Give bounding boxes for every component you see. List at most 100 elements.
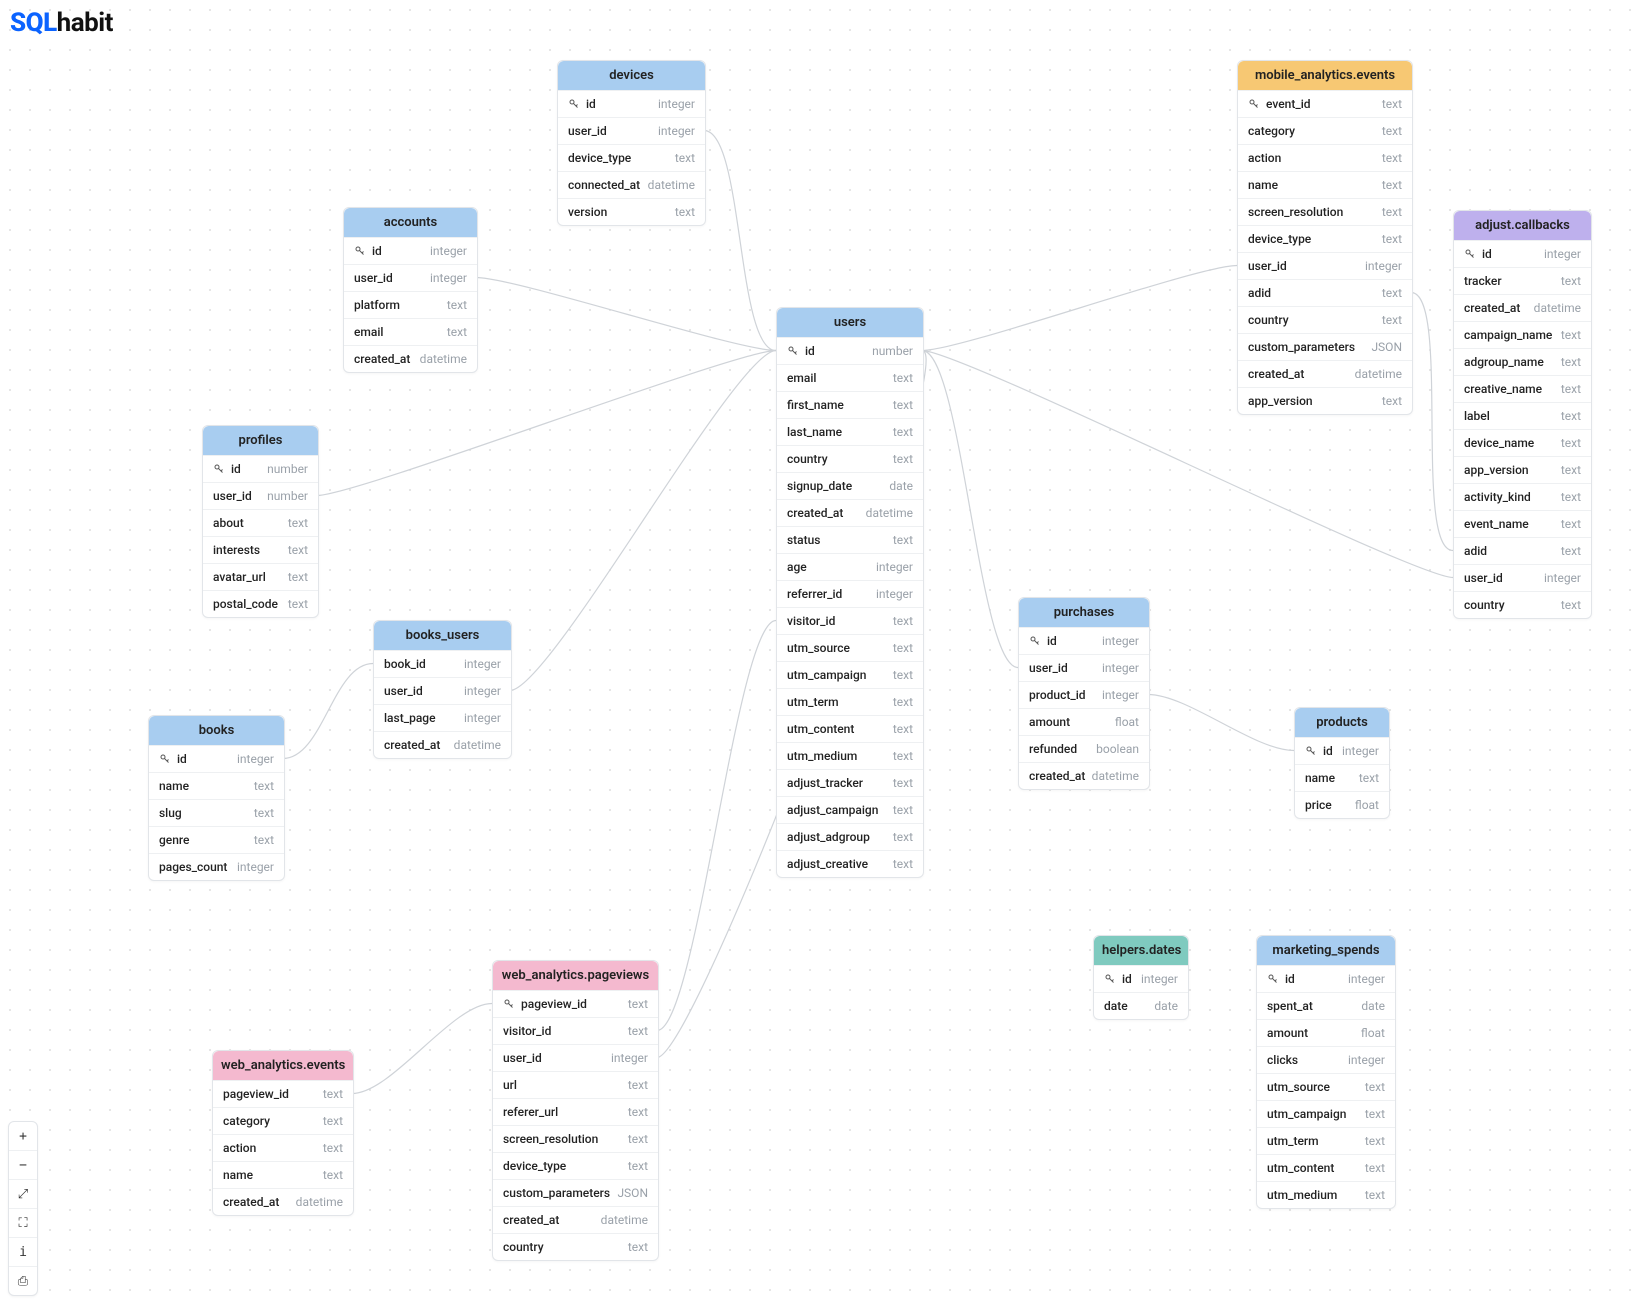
column-row[interactable]: adgroup_nametext [1454,348,1591,375]
column-row[interactable]: user_idinteger [1019,654,1149,681]
zoom-in-button[interactable]: + [9,1122,37,1150]
column-row[interactable]: idinteger [149,745,284,772]
column-row[interactable]: countrytext [777,445,923,472]
column-row[interactable]: idinteger [1454,240,1591,267]
table-header[interactable]: accounts [344,208,477,237]
column-row[interactable]: visitor_idtext [493,1017,658,1044]
table-header[interactable]: books [149,716,284,745]
column-row[interactable]: first_nametext [777,391,923,418]
column-row[interactable]: amountfloat [1019,708,1149,735]
column-row[interactable]: nametext [149,772,284,799]
table-accounts[interactable]: accountsidintegeruser_idintegerplatformt… [343,207,478,373]
column-row[interactable]: adjust_creativetext [777,850,923,877]
table-devices[interactable]: devicesidintegeruser_idintegerdevice_typ… [557,60,706,226]
column-row[interactable]: genretext [149,826,284,853]
column-row[interactable]: idinteger [558,90,705,117]
column-row[interactable]: adjust_campaigntext [777,796,923,823]
column-row[interactable]: utm_campaigntext [1257,1100,1395,1127]
column-row[interactable]: adjust_adgrouptext [777,823,923,850]
column-row[interactable]: utm_contenttext [777,715,923,742]
column-row[interactable]: visitor_idtext [777,607,923,634]
column-row[interactable]: idnumber [203,455,318,482]
column-row[interactable]: postal_codetext [203,590,318,617]
column-row[interactable]: custom_parametersJSON [1238,333,1412,360]
column-row[interactable]: refundedboolean [1019,735,1149,762]
table-profiles[interactable]: profilesidnumberuser_idnumberabouttextin… [202,425,319,618]
column-row[interactable]: categorytext [1238,117,1412,144]
column-row[interactable]: custom_parametersJSON [493,1179,658,1206]
info-button[interactable]: i [9,1237,37,1266]
table-header[interactable]: products [1295,708,1389,737]
column-row[interactable]: screen_resolutiontext [493,1125,658,1152]
column-row[interactable]: connected_atdatetime [558,171,705,198]
column-row[interactable]: emailtext [777,364,923,391]
column-row[interactable]: utm_termtext [1257,1127,1395,1154]
column-row[interactable]: nametext [213,1161,353,1188]
column-row[interactable]: activity_kindtext [1454,483,1591,510]
column-row[interactable]: app_versiontext [1238,387,1412,414]
column-row[interactable]: campaign_nametext [1454,321,1591,348]
column-row[interactable]: emailtext [344,318,477,345]
column-row[interactable]: device_typetext [1238,225,1412,252]
column-row[interactable]: statustext [777,526,923,553]
column-row[interactable]: platformtext [344,291,477,318]
table-mobile_analytics_events[interactable]: mobile_analytics.eventsevent_idtextcateg… [1237,60,1413,415]
column-row[interactable]: user_idinteger [344,264,477,291]
erd-canvas[interactable]: devicesidintegeruser_idintegerdevice_typ… [0,0,1644,1304]
column-row[interactable]: pages_countinteger [149,853,284,880]
column-row[interactable]: utm_campaigntext [777,661,923,688]
column-row[interactable]: user_idinteger [1454,564,1591,591]
column-row[interactable]: adidtext [1454,537,1591,564]
column-row[interactable]: pricefloat [1295,791,1389,818]
column-row[interactable]: slugtext [149,799,284,826]
column-row[interactable]: user_idinteger [1238,252,1412,279]
column-row[interactable]: idinteger [344,237,477,264]
column-row[interactable]: idinteger [1019,627,1149,654]
column-row[interactable]: datedate [1094,992,1188,1019]
column-row[interactable]: created_atdatetime [1238,360,1412,387]
table-books[interactable]: booksidintegernametextslugtextgenretextp… [148,715,285,881]
column-row[interactable]: book_idinteger [374,650,511,677]
table-header[interactable]: purchases [1019,598,1149,627]
column-row[interactable]: referer_urltext [493,1098,658,1125]
column-row[interactable]: intereststext [203,536,318,563]
column-row[interactable]: utm_sourcetext [777,634,923,661]
column-row[interactable]: product_idinteger [1019,681,1149,708]
column-row[interactable]: countrytext [1238,306,1412,333]
table-web_analytics_pageviews[interactable]: web_analytics.pageviewspageview_idtextvi… [492,960,659,1261]
column-row[interactable]: avatar_urltext [203,563,318,590]
column-row[interactable]: utm_termtext [777,688,923,715]
column-row[interactable]: app_versiontext [1454,456,1591,483]
column-row[interactable]: creative_nametext [1454,375,1591,402]
column-row[interactable]: nametext [1238,171,1412,198]
column-row[interactable]: user_idnumber [203,482,318,509]
column-row[interactable]: urltext [493,1071,658,1098]
column-row[interactable]: created_atdatetime [1454,294,1591,321]
column-row[interactable]: abouttext [203,509,318,536]
table-adjust_callbacks[interactable]: adjust.callbacksidintegertrackertextcrea… [1453,210,1592,619]
column-row[interactable]: trackertext [1454,267,1591,294]
column-row[interactable]: idinteger [1094,965,1188,992]
column-row[interactable]: device_nametext [1454,429,1591,456]
column-row[interactable]: user_idinteger [374,677,511,704]
column-row[interactable]: utm_sourcetext [1257,1073,1395,1100]
column-row[interactable]: adjust_trackertext [777,769,923,796]
column-row[interactable]: utm_contenttext [1257,1154,1395,1181]
column-row[interactable]: countrytext [1454,591,1591,618]
table-header[interactable]: devices [558,61,705,90]
table-products[interactable]: productsidintegernametextpricefloat [1294,707,1390,819]
column-row[interactable]: created_atdatetime [1019,762,1149,789]
table-header[interactable]: mobile_analytics.events [1238,61,1412,90]
column-row[interactable]: nametext [1295,764,1389,791]
column-row[interactable]: user_idinteger [493,1044,658,1071]
column-row[interactable]: ageinteger [777,553,923,580]
table-users[interactable]: usersidnumberemailtextfirst_nametextlast… [776,307,924,878]
column-row[interactable]: referrer_idinteger [777,580,923,607]
column-row[interactable]: utm_mediumtext [1257,1181,1395,1208]
column-row[interactable]: device_typetext [558,144,705,171]
column-row[interactable]: created_atdatetime [213,1188,353,1215]
column-row[interactable]: idinteger [1295,737,1389,764]
table-header[interactable]: marketing_spends [1257,936,1395,965]
column-row[interactable]: adidtext [1238,279,1412,306]
column-row[interactable]: user_idinteger [558,117,705,144]
